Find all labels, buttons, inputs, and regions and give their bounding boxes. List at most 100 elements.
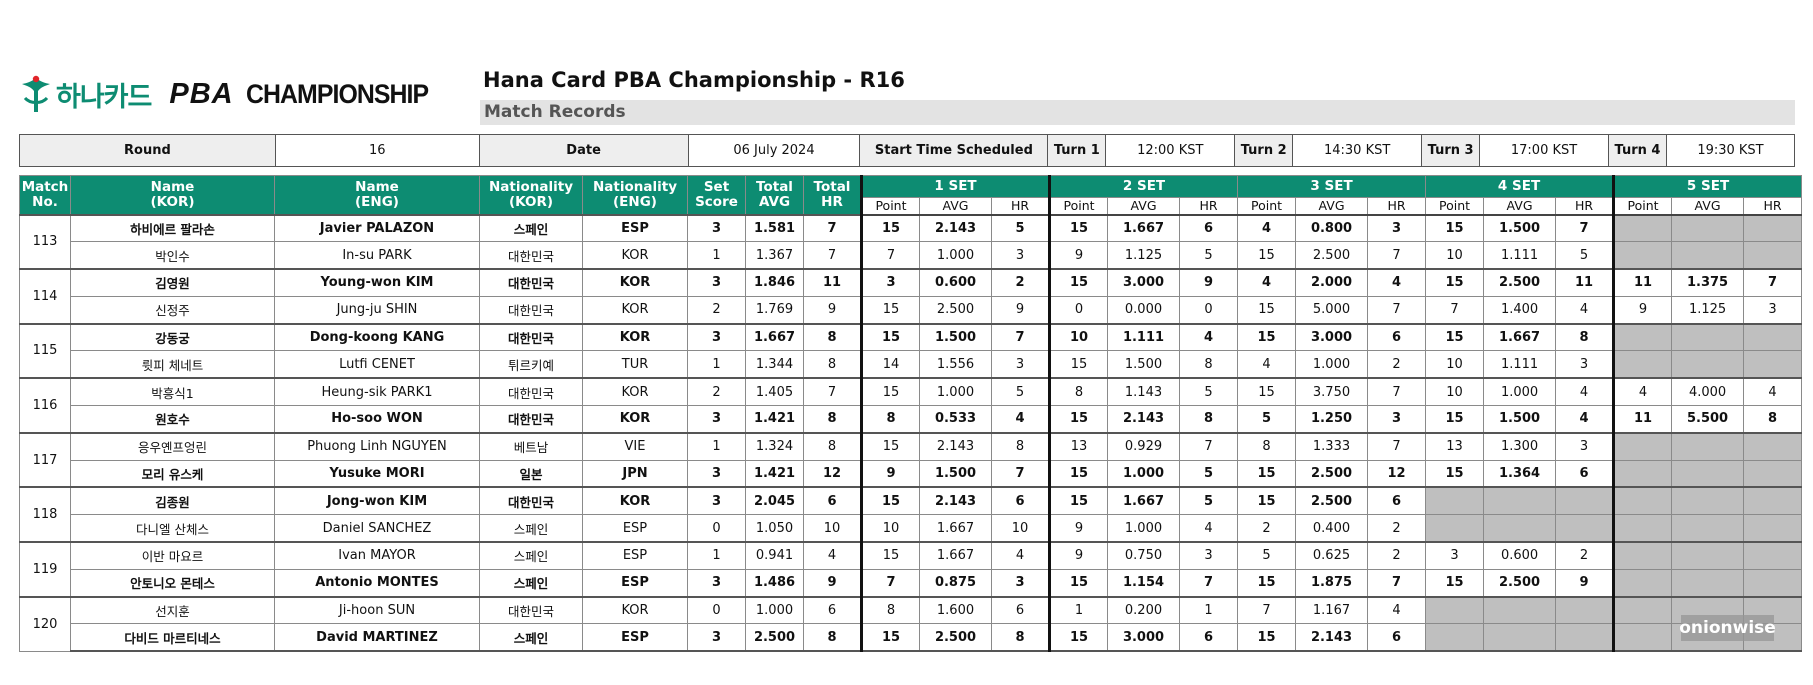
subheader-point: Point — [1425, 197, 1485, 216]
nationality-eng: JPN — [582, 459, 688, 488]
set5-avg: 4.000 — [1671, 377, 1745, 407]
player-name-eng: Lutfi CENET — [274, 350, 480, 379]
nationality-eng: KOR — [582, 322, 688, 352]
set1-hr: 3 — [990, 568, 1051, 598]
total-hr: 8 — [803, 405, 862, 434]
set1-avg: 1.500 — [919, 459, 992, 488]
set-score: 3 — [687, 213, 746, 243]
col-set-3: 3 SET — [1237, 175, 1427, 198]
set2-avg: 0.200 — [1107, 595, 1181, 625]
set3-point: 8 — [1237, 431, 1297, 461]
set1-point: 7 — [860, 568, 920, 598]
set-score: 3 — [687, 459, 746, 488]
set4-hr: 8 — [1555, 322, 1615, 352]
subheader-avg: AVG — [1671, 197, 1745, 216]
player-row: 박인수 In-su PARK 대한민국 KOR 1 1.367 7 7 1.000 3 9 1.125… — [20, 241, 1803, 270]
set3-hr: 2 — [1367, 541, 1427, 570]
set1-point: 15 — [860, 623, 920, 653]
total-hr: 4 — [803, 541, 862, 570]
empty-set-cell — [1743, 431, 1803, 461]
set4-hr: 7 — [1555, 213, 1615, 243]
set4-avg: 1.111 — [1483, 241, 1557, 270]
set4-avg: 1.111 — [1483, 350, 1557, 379]
subheader-hr: HR — [990, 197, 1051, 216]
total-avg: 1.486 — [745, 568, 804, 598]
set2-avg: 1.125 — [1107, 241, 1181, 270]
set2-point: 0 — [1048, 295, 1109, 325]
total-hr: 7 — [803, 377, 862, 407]
subheader-point: Point — [1237, 197, 1297, 216]
date-value: 06 July 2024 — [687, 134, 861, 167]
player-name-kor: 박인수 — [70, 241, 275, 270]
set4-hr: 3 — [1555, 431, 1615, 461]
set4-hr: 4 — [1555, 295, 1615, 325]
empty-set-cell — [1671, 322, 1745, 352]
empty-set-cell — [1671, 568, 1745, 598]
set-score: 2 — [687, 295, 746, 325]
set2-avg: 1.143 — [1107, 377, 1181, 407]
page-subtitle: Match Records — [484, 102, 626, 122]
empty-set-cell — [1483, 595, 1557, 625]
set1-hr: 2 — [990, 268, 1051, 297]
set3-point: 5 — [1237, 541, 1297, 570]
set1-avg: 0.600 — [919, 268, 992, 297]
set1-avg: 2.500 — [919, 623, 992, 653]
set4-hr: 9 — [1555, 568, 1615, 598]
empty-set-cell — [1743, 486, 1803, 516]
empty-set-cell — [1425, 514, 1485, 543]
set2-hr: 1 — [1179, 595, 1239, 625]
empty-set-cell — [1612, 514, 1673, 543]
set2-point: 15 — [1048, 623, 1109, 653]
empty-set-cell — [1743, 213, 1803, 243]
set1-point: 15 — [860, 295, 920, 325]
player-name-eng: Ji-hoon SUN — [274, 595, 480, 625]
player-row: 113 하비에르 팔라손 Javier PALAZON 스페인 ESP 3 1.581 7 15… — [19, 213, 1803, 270]
set2-hr: 6 — [1179, 623, 1239, 653]
match-number: 119 — [19, 541, 71, 598]
set1-avg: 1.000 — [919, 377, 992, 407]
set3-avg: 0.400 — [1295, 514, 1369, 543]
set4-point: 15 — [1425, 405, 1485, 434]
set3-point: 4 — [1237, 213, 1297, 243]
set5-point: 11 — [1612, 268, 1673, 297]
set2-point: 13 — [1048, 431, 1109, 461]
set2-point: 9 — [1048, 514, 1109, 543]
set3-avg: 2.000 — [1295, 268, 1369, 297]
match-number: 115 — [19, 322, 71, 379]
match-number: 114 — [19, 268, 71, 325]
set-score: 1 — [687, 241, 746, 270]
player-name-eng: Dong-koong KANG — [274, 322, 480, 352]
subheader-point: Point — [1612, 197, 1673, 216]
set5-point: 11 — [1612, 405, 1673, 434]
set3-avg: 1.250 — [1295, 405, 1369, 434]
empty-set-cell — [1612, 623, 1673, 653]
set5-hr: 7 — [1743, 268, 1803, 297]
total-avg: 1.421 — [745, 405, 804, 434]
subtitle-bar: Match Records — [480, 100, 1795, 125]
set2-point: 9 — [1048, 541, 1109, 570]
player-name-eng: Heung-sik PARK1 — [274, 377, 480, 407]
player-row: 117 응우옌프엉린 Phuong Linh NGUYEN 베트남 VIE 1 1.324 8… — [19, 431, 1803, 488]
set5-hr: 3 — [1743, 295, 1803, 325]
player-name-kor: 모리 유스케 — [70, 459, 275, 488]
nationality-eng: KOR — [582, 268, 688, 297]
set2-avg: 3.000 — [1107, 268, 1181, 297]
player-name-eng: Javier PALAZON — [274, 213, 480, 243]
set2-avg: 1.667 — [1107, 486, 1181, 516]
player-name-kor: 륏피 체네트 — [70, 350, 275, 379]
match-records-table: Match No. Name (KOR) Name (ENG) Nationality… — [19, 175, 1803, 653]
total-hr: 6 — [803, 595, 862, 625]
set1-hr: 8 — [990, 431, 1051, 461]
total-avg: 1.769 — [745, 295, 804, 325]
set3-point: 15 — [1237, 241, 1297, 270]
player-name-kor: 김영원 — [70, 268, 275, 297]
page-title: Hana Card PBA Championship - R16 — [483, 68, 905, 92]
hana-logo-icon — [22, 75, 50, 112]
player-name-kor: 김종원 — [70, 486, 275, 516]
set1-avg: 1.600 — [919, 595, 992, 625]
nationality-eng: KOR — [582, 295, 688, 325]
set4-point: 15 — [1425, 568, 1485, 598]
nationality-eng: VIE — [582, 431, 688, 461]
set5-hr: 8 — [1743, 405, 1803, 434]
set3-hr: 6 — [1367, 623, 1427, 653]
